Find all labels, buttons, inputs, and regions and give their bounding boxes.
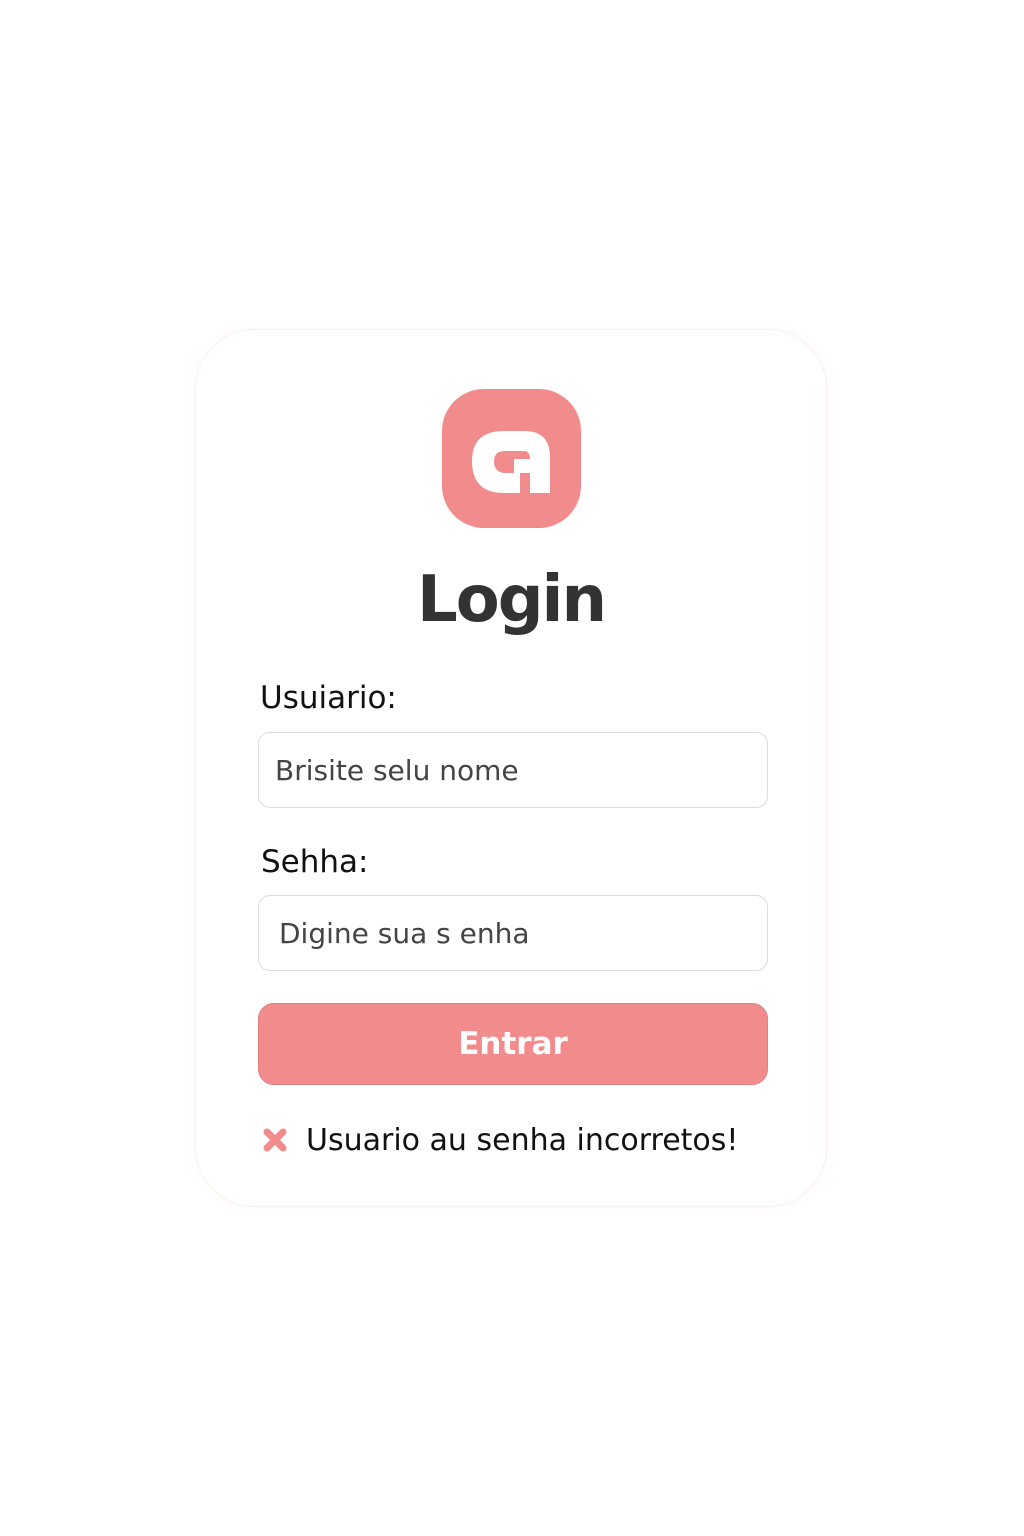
close-icon [263,1128,287,1152]
password-label: Sehha: [261,844,369,880]
login-card: Login Usuiario: Sehha: Entrar Usuario au… [195,329,827,1207]
username-label: Usuiario: [260,680,397,716]
login-button[interactable]: Entrar [258,1003,768,1085]
error-message: Usuario au senha incorretos! [262,1120,738,1160]
page-title: Login [416,563,607,637]
error-text: Usuario au senha incorretos! [306,1122,739,1158]
logo-glyph-icon [472,431,550,493]
app-logo-icon [442,389,581,528]
username-input[interactable] [258,732,768,808]
password-input[interactable] [258,895,768,971]
